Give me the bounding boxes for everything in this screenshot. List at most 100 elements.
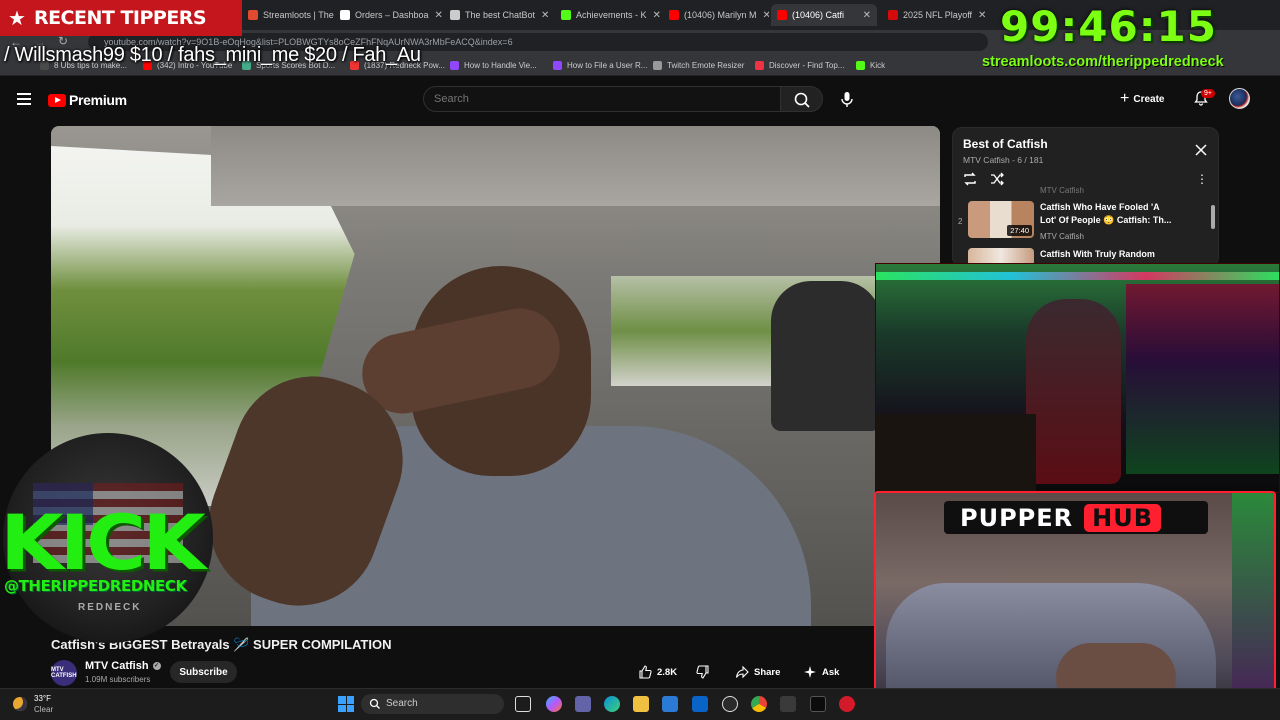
shuffle-icon xyxy=(991,172,1004,186)
bookmark-item[interactable]: Kick xyxy=(856,61,885,70)
account-avatar[interactable] xyxy=(1229,88,1250,109)
microphone-icon xyxy=(841,92,853,107)
tab-favicon-icon xyxy=(340,10,350,20)
thumbs-up-icon xyxy=(639,665,652,679)
playlist-title[interactable]: Best of Catfish xyxy=(963,137,1048,151)
search-icon xyxy=(794,92,810,108)
outlook-icon[interactable] xyxy=(692,696,708,712)
playlist-prev-channel: MTV Catfish xyxy=(1040,186,1085,195)
playlist-item-title-line2: Lot' Of People 😳 Catfish: Th... xyxy=(1040,215,1172,225)
edge-icon[interactable] xyxy=(604,696,620,712)
search-button[interactable] xyxy=(780,86,823,112)
subscribe-button[interactable]: Subscribe xyxy=(170,661,237,683)
youtube-logo-text: Premium xyxy=(69,92,127,108)
recent-tippers-label: RECENT TIPPERS xyxy=(33,7,207,29)
ask-label: Ask xyxy=(822,666,840,678)
tab-close-icon[interactable]: ✕ xyxy=(972,10,986,21)
bookmark-item[interactable]: Discover - Find Top... xyxy=(755,61,844,70)
weather-temperature: 33°F xyxy=(34,694,51,703)
tab-label: Streamloots | The xyxy=(263,10,334,20)
playlist-more-button[interactable]: ⋮ xyxy=(1196,172,1208,186)
verified-icon: ✓ xyxy=(152,662,161,670)
taskbar-search[interactable]: Search xyxy=(361,694,504,714)
bookmark-favicon-icon xyxy=(755,61,764,70)
channel-avatar[interactable]: MTV CATFISH xyxy=(51,660,77,686)
playlist-item-title-line1: Catfish Who Have Fooled 'A xyxy=(1040,202,1160,212)
menu-icon[interactable] xyxy=(17,93,31,105)
neon-signs-wall xyxy=(1126,284,1279,474)
tab-close-icon[interactable]: ✕ xyxy=(857,10,871,21)
bookmark-item[interactable]: How to Handle Vie... xyxy=(450,61,537,70)
tab-close-icon[interactable]: ✕ xyxy=(757,10,769,21)
webcam-room-view xyxy=(875,263,1280,493)
bookmark-label: Discover - Find Top... xyxy=(769,61,845,70)
share-button[interactable]: Share xyxy=(735,661,781,683)
neon-lights-strip xyxy=(1232,493,1274,716)
tab-close-icon[interactable]: ✕ xyxy=(429,10,442,21)
browser-tab[interactable]: 2025 NFL Playoff ✕ xyxy=(882,4,987,26)
ask-button[interactable]: Ask xyxy=(803,661,840,683)
tab-close-icon[interactable]: ✕ xyxy=(535,10,549,21)
playlist-item-channel: MTV Catfish xyxy=(1040,232,1085,241)
chrome-icon[interactable] xyxy=(751,696,767,712)
file-explorer-icon[interactable] xyxy=(633,696,649,712)
tab-close-icon[interactable]: ✕ xyxy=(647,10,661,21)
tab-label: 2025 NFL Playoff xyxy=(903,10,973,20)
app-icon[interactable] xyxy=(780,696,796,712)
playlist-close-button[interactable] xyxy=(1194,143,1208,157)
channel-name-link[interactable]: MTV Catfish ✓ xyxy=(85,660,161,672)
browser-tab[interactable]: Achievements - K ✕ xyxy=(555,4,661,26)
loop-button[interactable] xyxy=(962,171,978,187)
loop-icon xyxy=(964,172,976,186)
create-button[interactable]: + Create xyxy=(1120,88,1164,110)
tab-favicon-icon xyxy=(561,10,571,20)
youtube-play-icon xyxy=(48,93,66,107)
store-icon[interactable] xyxy=(662,696,678,712)
youtube-logo[interactable]: Premium xyxy=(48,92,127,108)
playlist-item-index: 2 xyxy=(958,217,963,226)
app-red-icon[interactable] xyxy=(839,696,855,712)
windows-start-button[interactable] xyxy=(338,696,354,712)
bookmark-favicon-icon xyxy=(653,61,662,70)
notification-badge: 9+ xyxy=(1201,89,1215,98)
teams-icon[interactable] xyxy=(575,696,591,712)
playlist-item-title-line1: Catfish With Truly Random xyxy=(1040,249,1155,259)
gaming-chair xyxy=(1026,299,1121,484)
playlist-scrollbar[interactable] xyxy=(1211,205,1215,229)
browser-tab[interactable]: (10406) Marilyn M ✕ xyxy=(663,4,769,26)
voice-search-button[interactable] xyxy=(835,87,859,111)
task-view-icon[interactable] xyxy=(515,696,531,712)
browser-tab[interactable]: Orders – Dashboa ✕ xyxy=(334,4,442,26)
browser-tab[interactable]: (10406) Catfi ✕ xyxy=(771,4,877,26)
seat-headrest xyxy=(771,281,881,431)
tab-favicon-icon xyxy=(248,10,258,20)
terminal-icon[interactable] xyxy=(810,696,826,712)
dislike-button[interactable] xyxy=(696,661,715,683)
car-ceiling xyxy=(211,126,940,206)
share-icon xyxy=(735,665,749,679)
playlist-item-duration: 27:40 xyxy=(1007,225,1032,236)
tippers-ticker: / Willsmash99 $10 / fahs_mini_me $20 / F… xyxy=(4,44,421,66)
pupper-hub-text: PUPPER xyxy=(960,503,1074,532)
obs-icon[interactable] xyxy=(722,696,738,712)
plus-icon: + xyxy=(1120,90,1130,107)
youtube-search-input[interactable] xyxy=(423,86,781,112)
subscriber-count: 1.09M subscribers xyxy=(85,675,151,684)
weather-moon-icon[interactable] xyxy=(13,697,27,711)
tab-label: The best ChatBot xyxy=(465,10,536,20)
bookmark-item[interactable]: Twitch Emote Resizer xyxy=(653,61,744,70)
taskbar-search-icon xyxy=(369,698,380,709)
bookmark-favicon-icon xyxy=(856,61,865,70)
bookmark-item[interactable]: How to File a User R... xyxy=(553,61,647,70)
copilot-icon[interactable] xyxy=(546,696,562,712)
browser-tab[interactable]: Streamloots | The✕ xyxy=(242,4,334,26)
kick-wordmark: KICK xyxy=(0,499,206,588)
browser-tab[interactable]: The best ChatBot ✕ xyxy=(444,4,553,26)
share-label: Share xyxy=(754,666,781,678)
like-button[interactable]: 2.8K xyxy=(638,661,678,683)
pupper-hub-banner: PUPPER HUB xyxy=(944,501,1208,534)
create-label: Create xyxy=(1133,93,1165,105)
bookmark-favicon-icon xyxy=(553,61,562,70)
taskbar-search-label: Search xyxy=(386,698,418,709)
shuffle-button[interactable] xyxy=(989,171,1005,187)
